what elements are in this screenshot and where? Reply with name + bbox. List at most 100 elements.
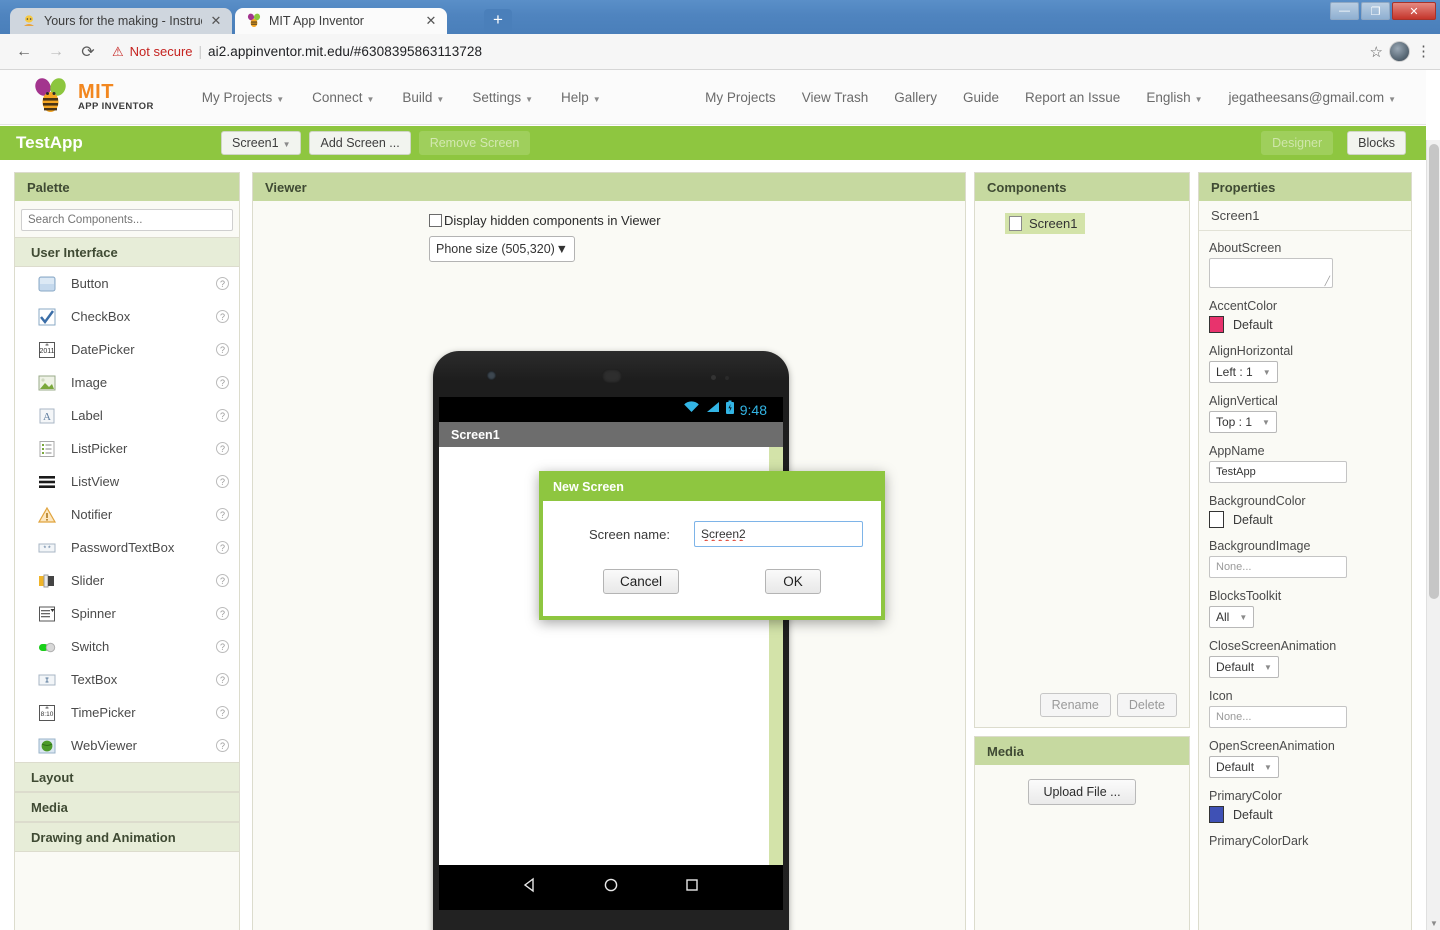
blocks-tab[interactable]: Blocks (1347, 131, 1406, 155)
palette-category-drawing-and-animation[interactable]: Drawing and Animation (15, 822, 239, 852)
menu-connect[interactable]: Connect▼ (300, 84, 386, 111)
component-tree-item-screen1[interactable]: Screen1 (1005, 213, 1085, 234)
new-tab-button[interactable]: + (484, 9, 512, 33)
color-swatch[interactable] (1209, 316, 1224, 333)
browser-tab-1[interactable]: MIT App Inventor ✕ (235, 8, 447, 34)
link-gallery[interactable]: Gallery (882, 84, 949, 111)
menu-my-projects[interactable]: My Projects▼ (190, 84, 296, 111)
close-window-button[interactable]: ✕ (1392, 2, 1436, 20)
scrollbar-thumb[interactable] (1429, 144, 1439, 599)
add-screen-button[interactable]: Add Screen ... (309, 131, 410, 155)
minimize-button[interactable]: — (1330, 2, 1359, 20)
help-icon[interactable]: ? (216, 607, 229, 620)
alignhorizontal-dropdown[interactable]: Left : 1▼ (1209, 361, 1278, 383)
openscreenanimation-dropdown[interactable]: Default▼ (1209, 756, 1279, 778)
account-email[interactable]: jegatheesans@gmail.com▼ (1217, 84, 1408, 111)
help-icon[interactable]: ? (216, 442, 229, 455)
help-icon[interactable]: ? (216, 640, 229, 653)
star-icon[interactable]: ☆ (1370, 43, 1383, 61)
backgroundcolor-picker[interactable]: Default (1209, 511, 1401, 528)
menu-settings[interactable]: Settings▼ (460, 84, 545, 111)
help-icon[interactable]: ? (216, 739, 229, 752)
help-icon[interactable]: ? (216, 574, 229, 587)
palette-category-media[interactable]: Media (15, 792, 239, 822)
help-icon[interactable]: ? (216, 409, 229, 422)
close-icon[interactable]: ✕ (209, 13, 223, 29)
link-view-trash[interactable]: View Trash (790, 84, 881, 111)
palette-item-listview[interactable]: ListView ? (15, 465, 239, 498)
help-icon[interactable]: ? (216, 508, 229, 521)
back-icon[interactable]: ← (10, 38, 38, 66)
appname-input[interactable] (1209, 461, 1347, 483)
palette-item-textbox[interactable]: TextBox ? (15, 663, 239, 696)
reload-icon[interactable]: ⟳ (74, 38, 102, 66)
palette-item-label[interactable]: A Label ? (15, 399, 239, 432)
help-icon[interactable]: ? (216, 277, 229, 290)
language-selector[interactable]: English▼ (1134, 84, 1214, 111)
designer-tab[interactable]: Designer (1261, 131, 1333, 155)
palette-category-layout[interactable]: Layout (15, 762, 239, 792)
kebab-menu-icon[interactable]: ⋮ (1416, 49, 1428, 55)
help-icon[interactable]: ? (216, 343, 229, 356)
palette-item-timepicker[interactable]: 8:10 TimePicker ? (15, 696, 239, 729)
link-report-issue[interactable]: Report an Issue (1013, 84, 1132, 111)
help-icon[interactable]: ? (216, 673, 229, 686)
back-triangle-icon[interactable] (521, 876, 539, 899)
palette-item-button[interactable]: Button ? (15, 267, 239, 300)
display-hidden-components-checkbox[interactable] (429, 214, 442, 227)
color-swatch[interactable] (1209, 806, 1224, 823)
phone-size-select[interactable]: Phone size (505,320) ▼ (429, 236, 575, 262)
palette-item-webviewer[interactable]: WebViewer ? (15, 729, 239, 762)
help-icon[interactable]: ? (216, 376, 229, 389)
avatar-icon[interactable] (1389, 41, 1410, 62)
palette-item-passwordtextbox[interactable]: ** PasswordTextBox ? (15, 531, 239, 564)
upload-file-button[interactable]: Upload File ... (1028, 779, 1135, 805)
maximize-button[interactable]: ❐ (1361, 2, 1390, 20)
accentcolor-picker[interactable]: Default (1209, 316, 1401, 333)
address-bar[interactable]: ⚠ Not secure | ai2.appinventor.mit.edu/#… (112, 39, 1366, 65)
help-icon[interactable]: ? (216, 310, 229, 323)
primarycolor-picker[interactable]: Default (1209, 806, 1401, 823)
color-swatch[interactable] (1209, 511, 1224, 528)
app-logo[interactable]: MIT APP INVENTOR (30, 76, 154, 118)
scroll-down-icon[interactable]: ▼ (1430, 919, 1438, 928)
palette-category-user-interface[interactable]: User Interface (15, 237, 239, 267)
recents-square-icon[interactable] (683, 876, 701, 899)
home-circle-icon[interactable] (602, 876, 620, 899)
palette-item-listpicker[interactable]: ListPicker ? (15, 432, 239, 465)
search-input[interactable] (21, 209, 233, 231)
icon-input[interactable] (1209, 706, 1347, 728)
palette-item-image[interactable]: Image ? (15, 366, 239, 399)
closescreenanimation-dropdown[interactable]: Default▼ (1209, 656, 1279, 678)
remove-screen-button[interactable]: Remove Screen (419, 131, 531, 155)
cancel-button[interactable]: Cancel (603, 569, 679, 594)
palette-item-checkbox[interactable]: CheckBox ? (15, 300, 239, 333)
aboutscreen-textarea[interactable]: ╱ (1209, 258, 1333, 288)
palette-item-switch[interactable]: Switch ? (15, 630, 239, 663)
display-hidden-components-row[interactable]: Display hidden components in Viewer (429, 213, 965, 228)
help-icon[interactable]: ? (216, 541, 229, 554)
menu-help[interactable]: Help▼ (549, 84, 613, 111)
link-guide[interactable]: Guide (951, 84, 1011, 111)
palette-item-datepicker[interactable]: 2011 DatePicker ? (15, 333, 239, 366)
help-icon[interactable]: ? (216, 475, 229, 488)
rename-button[interactable]: Rename (1040, 693, 1111, 717)
alignvertical-dropdown[interactable]: Top : 1▼ (1209, 411, 1277, 433)
help-icon[interactable]: ? (216, 706, 229, 719)
palette-item-spinner[interactable]: Spinner ? (15, 597, 239, 630)
forward-icon[interactable]: → (42, 38, 70, 66)
menu-build[interactable]: Build▼ (390, 84, 456, 111)
delete-button[interactable]: Delete (1117, 693, 1177, 717)
screen-selector-dropdown[interactable]: Screen1▼ (221, 131, 301, 155)
palette-item-notifier[interactable]: Notifier ? (15, 498, 239, 531)
backgroundimage-input[interactable] (1209, 556, 1347, 578)
page-scrollbar[interactable]: ▲ ▼ (1426, 140, 1440, 930)
screen-name-input[interactable] (694, 521, 863, 547)
link-my-projects[interactable]: My Projects (693, 84, 788, 111)
browser-tab-0[interactable]: Yours for the making - Instructab ✕ (10, 8, 232, 34)
blockstoolkit-dropdown[interactable]: All▼ (1209, 606, 1254, 628)
close-icon[interactable]: ✕ (424, 13, 438, 29)
resize-grip-icon[interactable]: ╱ (1325, 277, 1330, 286)
ok-button[interactable]: OK (765, 569, 821, 594)
palette-item-slider[interactable]: Slider ? (15, 564, 239, 597)
